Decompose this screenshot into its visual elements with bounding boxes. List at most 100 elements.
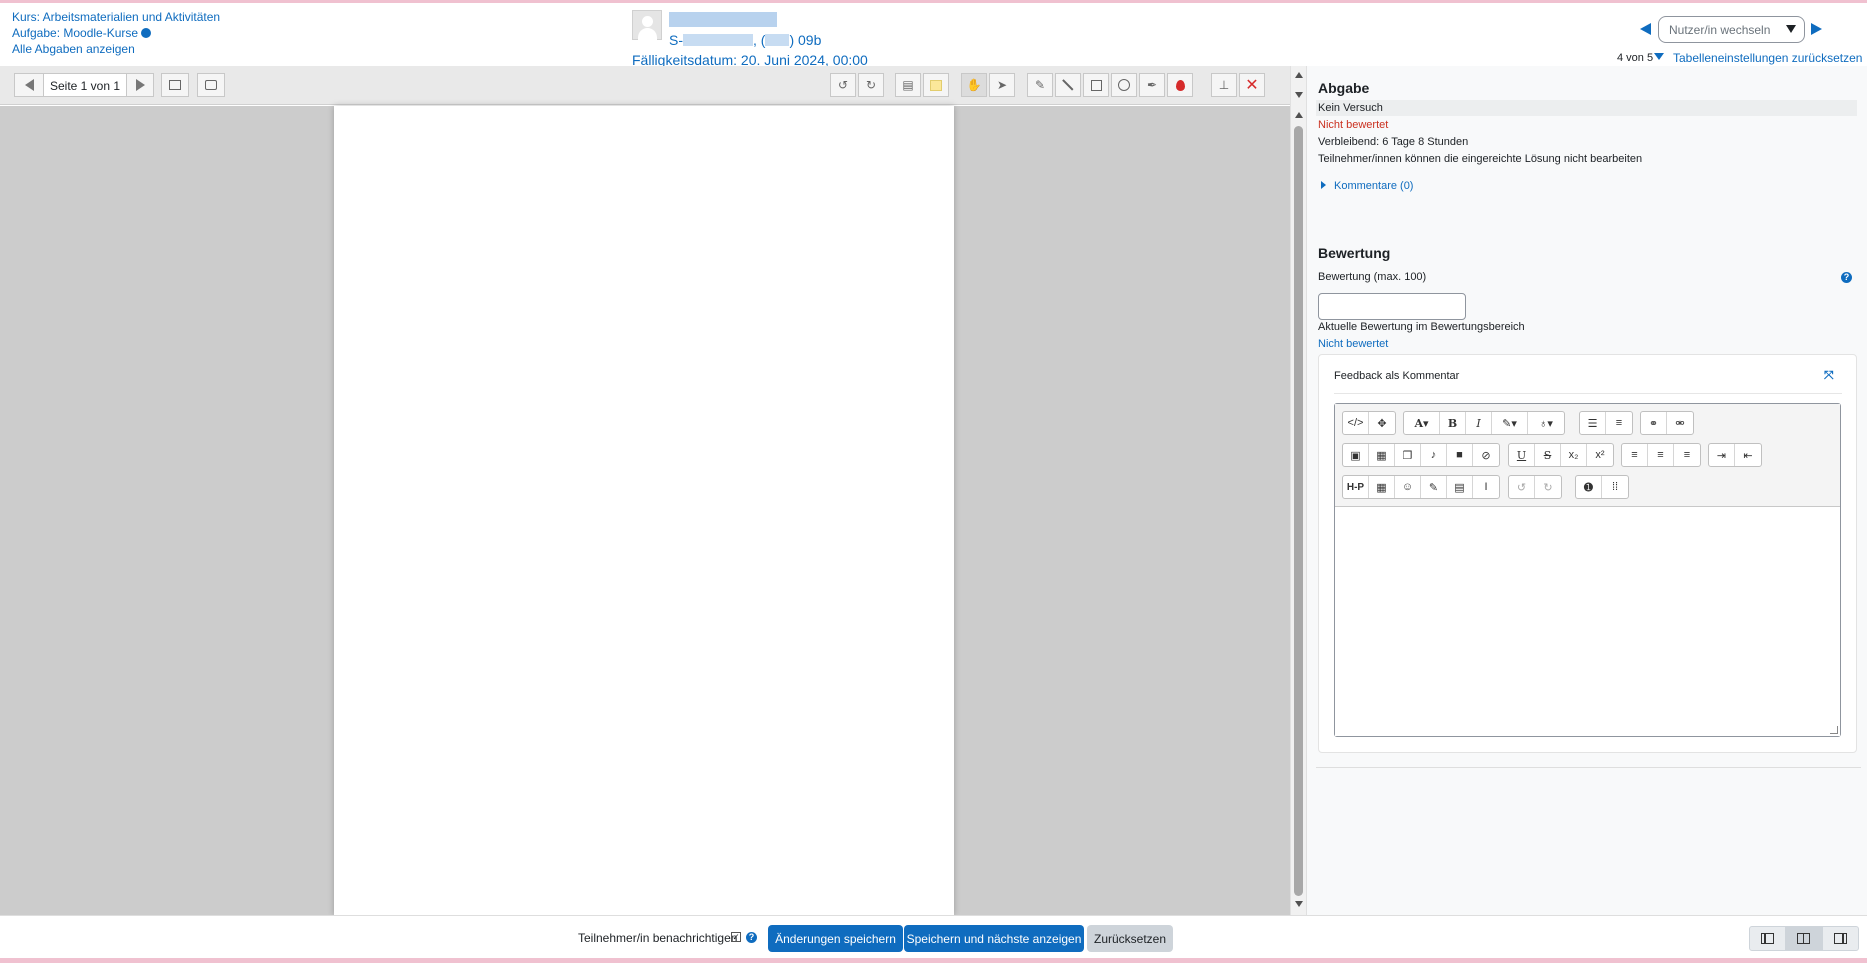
record-audio-button[interactable]: ♪ bbox=[1421, 444, 1447, 466]
accessibility-icon: ➊ bbox=[1583, 481, 1594, 494]
line-button[interactable] bbox=[1055, 73, 1081, 97]
scrollbar-thumb[interactable] bbox=[1294, 126, 1303, 896]
stamp-button[interactable]: ⊥ bbox=[1211, 73, 1237, 97]
image-button[interactable]: ▣ bbox=[1343, 444, 1369, 466]
equation-button[interactable]: ▦ bbox=[1369, 476, 1395, 498]
previous-user-icon[interactable] bbox=[1640, 23, 1651, 35]
grading-status: Nicht bewertet bbox=[1318, 119, 1389, 131]
feedback-text-area[interactable] bbox=[1335, 507, 1840, 736]
outdent-icon: ⇤ bbox=[1743, 449, 1753, 462]
expand-icon[interactable]: ⤧ bbox=[1824, 369, 1835, 381]
highlight-button[interactable]: ✒ bbox=[1139, 73, 1165, 97]
html-source-button[interactable]: </> bbox=[1343, 412, 1369, 434]
comments-toggle[interactable]: Kommentare (0) bbox=[1321, 180, 1413, 192]
document-scrollbar[interactable] bbox=[1290, 66, 1306, 915]
course-link[interactable]: Kurs: Arbeitsmaterialien und Aktivitäten bbox=[12, 9, 220, 25]
align-left-button[interactable]: ≡ bbox=[1622, 444, 1648, 466]
indent-button[interactable]: ⇥ bbox=[1709, 444, 1735, 466]
select-button[interactable]: ➤ bbox=[989, 73, 1015, 97]
undo-icon: ↺ bbox=[1516, 481, 1527, 494]
bold-button[interactable]: B bbox=[1440, 412, 1466, 434]
current-grade-link[interactable]: Nicht bewertet bbox=[1318, 338, 1388, 350]
undo-button[interactable]: ↺ bbox=[1509, 476, 1535, 498]
unlink-button[interactable]: ⚮ bbox=[1667, 412, 1693, 434]
subscript-button[interactable]: x₂ bbox=[1561, 444, 1587, 466]
help-icon[interactable]: ? bbox=[1841, 272, 1852, 283]
italic-button[interactable]: I bbox=[1466, 412, 1492, 434]
grade-input[interactable] bbox=[1318, 293, 1466, 320]
record-video-button[interactable]: ■ bbox=[1447, 444, 1473, 466]
scroll-up-arrow-icon[interactable] bbox=[1295, 112, 1303, 118]
draw-button[interactable]: ✎ bbox=[1027, 73, 1053, 97]
code-icon: </> bbox=[1347, 417, 1364, 429]
comment-color-button[interactable] bbox=[923, 73, 949, 97]
save-changes-button[interactable]: Änderungen speichern bbox=[768, 925, 903, 952]
next-page-button[interactable] bbox=[126, 73, 154, 97]
rotate-left-button[interactable]: ↺ bbox=[830, 73, 856, 97]
reset-table-preferences-link[interactable]: Tabelleneinstellungen zurücksetzen bbox=[1673, 51, 1862, 65]
layout-left-icon bbox=[1761, 933, 1775, 944]
previous-page-button[interactable] bbox=[14, 73, 44, 97]
table-button[interactable]: ▤ bbox=[1447, 476, 1473, 498]
delete-annotation-button[interactable]: ✕ bbox=[1239, 73, 1265, 97]
emoji-button[interactable]: ☺ bbox=[1395, 476, 1421, 498]
page-selector[interactable]: Seite 1 von 1 bbox=[44, 73, 126, 97]
all-submissions-link[interactable]: Alle Abgaben anzeigen bbox=[12, 41, 220, 57]
superscript-button[interactable]: x² bbox=[1587, 444, 1613, 466]
editor-group: H-P ▦ ☺ ✎ ▤ I bbox=[1342, 475, 1500, 499]
resize-handle[interactable] bbox=[1830, 726, 1838, 734]
strikethrough-button[interactable]: S bbox=[1535, 444, 1561, 466]
fullscreen-button[interactable]: ✥ bbox=[1369, 412, 1395, 434]
font-color-button[interactable]: ✎▾ bbox=[1492, 412, 1528, 434]
underline-button[interactable]: U bbox=[1509, 444, 1535, 466]
redo-button[interactable]: ↻ bbox=[1535, 476, 1561, 498]
rectangle-button[interactable] bbox=[1083, 73, 1109, 97]
save-and-show-next-button[interactable]: Speichern und nächste anzeigen bbox=[904, 925, 1084, 952]
avatar[interactable] bbox=[632, 10, 662, 40]
scroll-down-arrow-icon[interactable] bbox=[1295, 92, 1303, 98]
help-icon[interactable]: ? bbox=[746, 932, 757, 943]
rotate-right-button[interactable]: ↻ bbox=[858, 73, 884, 97]
search-comments-button[interactable] bbox=[161, 73, 189, 97]
ordered-list-button[interactable]: ≡ bbox=[1606, 412, 1632, 434]
media-button[interactable]: ▦ bbox=[1369, 444, 1395, 466]
editor-group: ⇥ ⇤ bbox=[1708, 443, 1762, 467]
expand-comments-button[interactable] bbox=[197, 73, 225, 97]
layout-default-button[interactable] bbox=[1786, 927, 1823, 950]
clear-formatting-button[interactable]: I bbox=[1473, 476, 1499, 498]
character-map-button[interactable]: ✎ bbox=[1421, 476, 1447, 498]
next-user-icon[interactable] bbox=[1811, 23, 1822, 35]
notify-students-checkbox[interactable]: ✓ bbox=[731, 932, 741, 942]
change-user-select[interactable]: Nutzer/in wechseln bbox=[1658, 16, 1805, 43]
outdent-button[interactable]: ⇤ bbox=[1735, 444, 1761, 466]
oval-button[interactable] bbox=[1111, 73, 1137, 97]
comment-button[interactable]: ▤ bbox=[895, 73, 921, 97]
reset-button[interactable]: Zurücksetzen bbox=[1087, 925, 1173, 952]
align-center-button[interactable]: ≡ bbox=[1648, 444, 1674, 466]
font-style-button[interactable]: A▾ bbox=[1404, 412, 1440, 434]
layout-right-icon bbox=[1833, 933, 1847, 944]
h5p-button[interactable]: H-P bbox=[1343, 476, 1369, 498]
scroll-down-arrow-icon[interactable] bbox=[1295, 901, 1303, 907]
unordered-list-button[interactable]: ☰ bbox=[1580, 412, 1606, 434]
layout-collapse-grade-panel-button[interactable] bbox=[1750, 927, 1787, 950]
pan-button[interactable]: ✋ bbox=[961, 73, 987, 97]
highlight-color-button[interactable]: ♁▾ bbox=[1528, 412, 1564, 434]
feedback-divider bbox=[1334, 393, 1842, 394]
scroll-up-arrow-icon[interactable] bbox=[1295, 72, 1303, 78]
assignment-link[interactable]: Aufgabe: Moodle-Kurse bbox=[12, 25, 220, 41]
manage-files-button[interactable]: ❐ bbox=[1395, 444, 1421, 466]
user-name-redacted[interactable] bbox=[669, 12, 777, 27]
gear-icon[interactable] bbox=[141, 28, 152, 38]
layout-collapse-review-panel-button[interactable] bbox=[1823, 927, 1858, 950]
pdf-page[interactable] bbox=[334, 106, 954, 915]
screen-recorder-button[interactable]: ⊘ bbox=[1473, 444, 1499, 466]
align-right-button[interactable]: ≡ bbox=[1674, 444, 1700, 466]
screenreader-helper-button[interactable]: ⁞⁞ bbox=[1602, 476, 1628, 498]
pdf-document-area bbox=[0, 106, 1290, 915]
annotation-color-button[interactable] bbox=[1167, 73, 1193, 97]
link-button[interactable]: ⚭ bbox=[1641, 412, 1667, 434]
filter-icon[interactable] bbox=[1654, 53, 1664, 60]
redacted-block bbox=[683, 34, 753, 46]
accessibility-checker-button[interactable]: ➊ bbox=[1576, 476, 1602, 498]
